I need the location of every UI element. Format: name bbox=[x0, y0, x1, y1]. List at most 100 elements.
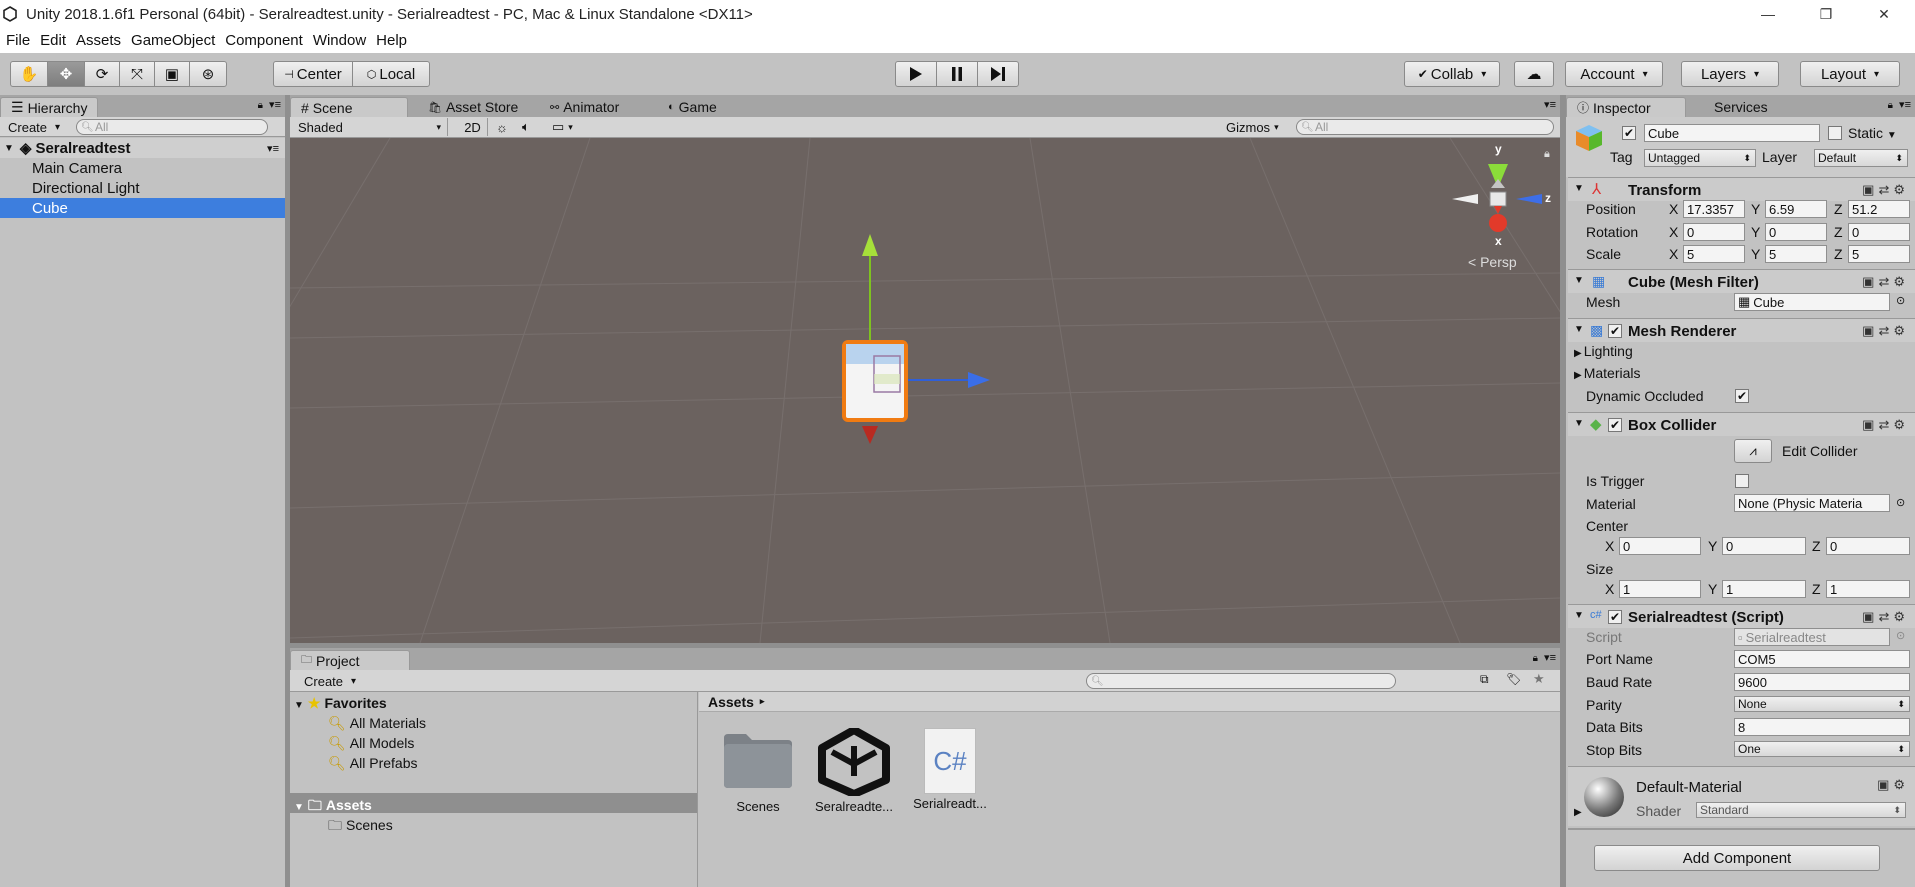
pause-button[interactable] bbox=[936, 61, 978, 87]
maximize-button[interactable]: ❐ bbox=[1803, 0, 1849, 28]
tab-scene[interactable]: # Scene bbox=[290, 97, 408, 117]
menu-window[interactable]: Window bbox=[313, 32, 366, 49]
mesh-filter-component-header[interactable]: ▼ ▦ Cube (Mesh Filter) ▣⇄⚙ bbox=[1568, 269, 1915, 293]
favorite-item[interactable]: 🔍︎ All Prefabs bbox=[328, 755, 417, 772]
tab-inspector[interactable]: ⓘ Inspector bbox=[1566, 97, 1686, 117]
scale-tool-button[interactable]: ⤧ bbox=[119, 61, 155, 87]
mesh-renderer-enabled-checkbox[interactable]: ✔ bbox=[1608, 324, 1622, 338]
component-settings-icon[interactable]: ▣⇄⚙ bbox=[1862, 417, 1909, 433]
rotate-tool-button[interactable]: ⟳ bbox=[84, 61, 120, 87]
hierarchy-search-input[interactable]: 🔍︎ All bbox=[76, 119, 268, 135]
component-settings-icon[interactable]: ▣⇄⚙ bbox=[1862, 182, 1909, 198]
project-create-button[interactable]: Create bbox=[304, 672, 356, 690]
pivot-local-button[interactable]: ⬡ Local bbox=[352, 61, 430, 87]
scale-x-field[interactable]: 5 bbox=[1683, 245, 1745, 263]
material-settings-icon[interactable]: ▣⚙ bbox=[1877, 777, 1909, 793]
tab-project[interactable]: 🗀 Project bbox=[290, 650, 410, 670]
center-x-field[interactable]: 0 bbox=[1619, 537, 1701, 555]
effects-dropdown[interactable]: ▭ ▾ bbox=[552, 118, 573, 136]
size-x-field[interactable]: 1 bbox=[1619, 580, 1701, 598]
panel-menu-icon[interactable]: ▾≡ bbox=[1899, 98, 1911, 111]
close-button[interactable]: ✕ bbox=[1861, 0, 1907, 28]
menu-file[interactable]: File bbox=[6, 32, 30, 49]
projection-toggle[interactable]: < Persp bbox=[1468, 254, 1517, 270]
active-checkbox[interactable]: ✔ bbox=[1622, 126, 1636, 140]
port-name-field[interactable]: COM5 bbox=[1734, 650, 1910, 668]
scene-options-icon[interactable]: ▾≡ bbox=[267, 142, 279, 155]
tab-hierarchy[interactable]: ☰ Hierarchy bbox=[0, 97, 99, 117]
asset-folder-tile[interactable]: Scenes bbox=[713, 728, 803, 814]
collab-dropdown[interactable]: ✔ Collab bbox=[1404, 61, 1500, 87]
move-tool-button[interactable]: ✥ bbox=[47, 61, 85, 87]
audio-toggle[interactable]: 🔈︎ bbox=[522, 118, 530, 136]
filter-type-icon[interactable]: ⧉ bbox=[1480, 672, 1489, 687]
tag-dropdown[interactable]: Untagged bbox=[1644, 149, 1756, 167]
rotation-x-field[interactable]: 0 bbox=[1683, 223, 1745, 241]
dynamic-occluded-checkbox[interactable]: ✔ bbox=[1735, 389, 1749, 403]
script-component-header[interactable]: ▼ c# ✔ Serialreadtest (Script) ▣⇄⚙ bbox=[1568, 604, 1915, 628]
lock-icon[interactable]: 🔒︎ bbox=[1544, 148, 1550, 161]
shading-mode-dropdown[interactable]: Shaded ▾ bbox=[298, 118, 448, 136]
menu-assets[interactable]: Assets bbox=[76, 32, 121, 49]
layer-dropdown[interactable]: Default bbox=[1814, 149, 1908, 167]
mesh-field[interactable]: ▦ Cube bbox=[1734, 293, 1890, 311]
static-dropdown[interactable]: Static ▼ bbox=[1848, 125, 1897, 141]
layers-dropdown[interactable]: Layers bbox=[1681, 61, 1779, 87]
cloud-button[interactable]: ☁ bbox=[1514, 61, 1554, 87]
asset-scene-tile[interactable]: Seralreadte... bbox=[809, 726, 899, 814]
data-bits-field[interactable]: 8 bbox=[1734, 718, 1910, 736]
hand-tool-button[interactable]: ✋ bbox=[10, 61, 48, 87]
favorite-item[interactable]: 🔍︎ All Materials bbox=[328, 715, 426, 732]
tab-animator[interactable]: ⚯ Animator bbox=[540, 97, 629, 117]
size-y-field[interactable]: 1 bbox=[1722, 580, 1806, 598]
favorites-row[interactable]: ▼ ★ Favorites bbox=[294, 695, 387, 712]
scale-y-field[interactable]: 5 bbox=[1765, 245, 1827, 263]
pivot-center-button[interactable]: ⊣ Center bbox=[273, 61, 353, 87]
box-collider-component-header[interactable]: ▼ ◆ ✔ Box Collider ▣⇄⚙ bbox=[1568, 412, 1915, 436]
baud-rate-field[interactable]: 9600 bbox=[1734, 673, 1910, 691]
menu-component[interactable]: Component bbox=[225, 32, 303, 49]
tab-asset-store[interactable]: 🛍︎ Asset Store bbox=[418, 97, 528, 117]
position-z-field[interactable]: 51.2 bbox=[1848, 200, 1910, 218]
static-checkbox[interactable] bbox=[1828, 126, 1842, 140]
menu-help[interactable]: Help bbox=[376, 32, 407, 49]
lock-icon[interactable]: 🔒︎ bbox=[1888, 100, 1893, 111]
menu-edit[interactable]: Edit bbox=[40, 32, 66, 49]
size-z-field[interactable]: 1 bbox=[1826, 580, 1910, 598]
lock-icon[interactable]: 🔒︎ bbox=[1533, 653, 1538, 664]
transform-component-header[interactable]: ▼ ⅄ Transform ▣⇄⚙ bbox=[1568, 177, 1915, 201]
position-x-field[interactable]: 17.3357 bbox=[1683, 200, 1745, 218]
panel-menu-icon[interactable]: ▾≡ bbox=[1544, 98, 1556, 111]
physic-material-field[interactable]: None (Physic Materia bbox=[1734, 494, 1890, 512]
scene-viewport[interactable]: y z x 🔒︎ < Persp bbox=[290, 138, 1560, 643]
scene-root-row[interactable]: ▼ ◈ Seralreadtest ▾≡ bbox=[0, 138, 285, 158]
collapsed-arrow-icon[interactable]: ▶ bbox=[1574, 807, 1582, 818]
favorite-star-icon[interactable]: ★ bbox=[1533, 671, 1545, 687]
rotation-z-field[interactable]: 0 bbox=[1848, 223, 1910, 241]
filter-label-icon[interactable]: 🏷︎ bbox=[1506, 672, 1521, 686]
parity-dropdown[interactable]: None bbox=[1734, 696, 1910, 712]
folder-item[interactable]: 🗀 Scenes bbox=[328, 815, 393, 839]
component-settings-icon[interactable]: ▣⇄⚙ bbox=[1862, 609, 1909, 625]
tab-services[interactable]: Services bbox=[1704, 97, 1778, 117]
lighting-foldout[interactable]: ▶ Lighting bbox=[1574, 343, 1633, 359]
mesh-renderer-component-header[interactable]: ▼ ▩ ✔ Mesh Renderer ▣⇄⚙ bbox=[1568, 318, 1915, 342]
object-name-field[interactable]: Cube bbox=[1644, 124, 1820, 142]
hierarchy-item[interactable]: Directional Light bbox=[0, 178, 285, 198]
project-search-input[interactable]: 🔍︎ bbox=[1086, 673, 1396, 689]
account-dropdown[interactable]: Account bbox=[1565, 61, 1663, 87]
favorite-item[interactable]: 🔍︎ All Models bbox=[328, 735, 414, 752]
scene-search-input[interactable]: 🔍︎ All bbox=[1296, 119, 1554, 135]
step-button[interactable] bbox=[977, 61, 1019, 87]
edit-collider-button[interactable]: ⩘ bbox=[1734, 439, 1772, 463]
stop-bits-dropdown[interactable]: One bbox=[1734, 741, 1910, 757]
is-trigger-checkbox[interactable] bbox=[1735, 474, 1749, 488]
component-settings-icon[interactable]: ▣⇄⚙ bbox=[1862, 274, 1909, 290]
hierarchy-item[interactable]: Main Camera bbox=[0, 158, 285, 178]
center-z-field[interactable]: 0 bbox=[1826, 537, 1910, 555]
lighting-toggle[interactable]: ☼ bbox=[496, 118, 508, 136]
panel-menu-icon[interactable]: ▾≡ bbox=[1544, 651, 1556, 664]
gizmos-dropdown[interactable]: Gizmos ▾ bbox=[1226, 118, 1279, 136]
script-enabled-checkbox[interactable]: ✔ bbox=[1608, 610, 1622, 624]
play-button[interactable] bbox=[895, 61, 937, 87]
